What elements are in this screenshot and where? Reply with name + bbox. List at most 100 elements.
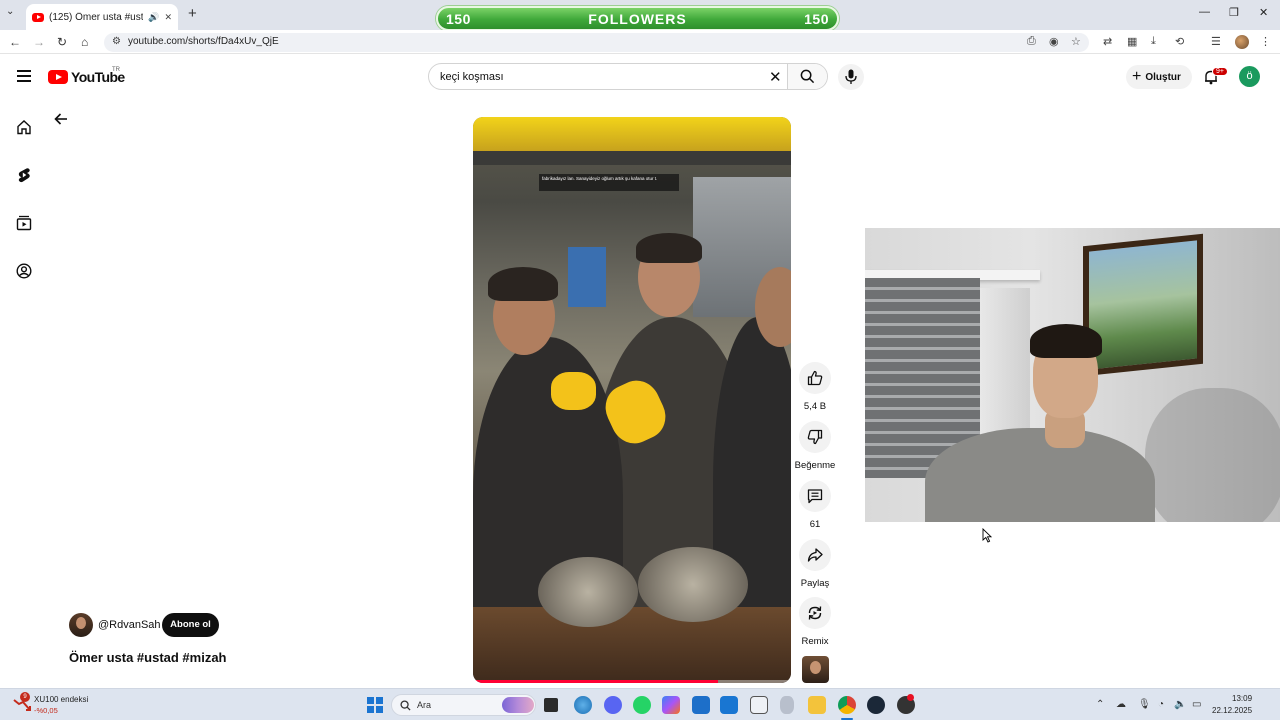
mouse-cursor-icon (982, 528, 992, 543)
remix-button[interactable] (799, 597, 831, 629)
extensions-icon[interactable]: ▦ (1127, 35, 1137, 48)
photos-app-icon[interactable] (720, 696, 738, 714)
comments-action[interactable]: 61 (798, 480, 832, 530)
youtube-logo[interactable]: YouTube TR (48, 67, 125, 85)
voice-search-button[interactable] (838, 64, 864, 90)
search-icon (800, 69, 815, 84)
remix-label: Remix (801, 636, 829, 647)
show-hidden-icons-chevron-icon[interactable]: ⌃ (1096, 699, 1104, 710)
wifi-icon[interactable]: ◔ (1158, 699, 1164, 710)
file-explorer-icon[interactable] (808, 696, 826, 714)
plus-icon: + (1132, 68, 1142, 85)
thumbnail-face (810, 661, 821, 674)
microsoft-store-icon[interactable] (692, 696, 710, 714)
like-action[interactable]: 5,4 B (798, 362, 832, 412)
eye-off-icon[interactable]: ◉ (1049, 35, 1059, 48)
window-close-icon[interactable]: ✕ (1259, 6, 1268, 19)
taskbar-search-box[interactable]: Ara (391, 694, 536, 716)
webcam-overlay (865, 228, 1280, 522)
video-caption: fabrikadayız lan. Sanayideyiz oğlum artı… (539, 174, 679, 191)
webcam-person-hair (1030, 324, 1102, 358)
taskbar-search-icon (400, 700, 411, 711)
channel-name[interactable]: @RdvanSah (98, 619, 161, 631)
reading-list-icon[interactable]: ☰ (1211, 35, 1221, 48)
like-button[interactable] (799, 362, 831, 394)
video-crane-beam (473, 117, 791, 151)
search-input[interactable]: keçi koşması (440, 71, 504, 83)
channel-avatar-face (76, 617, 86, 629)
recording-dot-icon (907, 694, 914, 701)
video-metal-part-right (638, 547, 748, 622)
remix-icon (808, 606, 822, 620)
dislike-action[interactable]: Beğenme (795, 421, 835, 471)
download-icon[interactable]: ⤓ (1151, 35, 1156, 48)
remix-action[interactable]: Remix (798, 597, 832, 647)
speaker-icon[interactable]: 🔊 (148, 12, 159, 23)
window-restore-icon[interactable]: ❐ (1229, 6, 1239, 19)
window-minimize-icon[interactable]: — (1199, 6, 1210, 18)
new-tab-plus-icon[interactable]: + (188, 5, 197, 22)
steam-icon[interactable] (867, 696, 885, 714)
onedrive-cloud-icon[interactable]: ☁ (1116, 699, 1126, 710)
short-title[interactable]: Ömer usta #ustad #mizah (69, 650, 227, 665)
sound-source-thumbnail[interactable] (802, 656, 829, 683)
reload-icon[interactable]: ↻ (57, 35, 67, 49)
back-arrow-icon[interactable] (54, 112, 68, 126)
tab-close-icon[interactable]: ✕ (164, 12, 172, 23)
back-arrow-icon[interactable]: ← (9, 35, 21, 49)
account-avatar[interactable]: ö (1239, 66, 1260, 87)
short-video-player[interactable]: fabrikadayız lan. Sanayideyiz oğlum artı… (473, 117, 791, 683)
chrome-icon[interactable] (838, 696, 856, 714)
video-glove-left (551, 372, 596, 410)
install-app-icon[interactable]: ⎙ (1027, 35, 1036, 48)
you-profile-nav-icon[interactable] (16, 263, 32, 279)
home-nav-icon[interactable] (16, 119, 32, 135)
subscribe-button[interactable]: Abone ol (162, 613, 219, 637)
url-text: youtube.com/shorts/fDa4xUv_QjE (128, 36, 279, 47)
browser-tab-active[interactable]: (125) Ömer usta #ustad #m 🔊 ✕ (26, 4, 178, 30)
bookmark-star-icon[interactable]: ☆ (1071, 35, 1081, 48)
browser-profile-avatar[interactable] (1235, 35, 1249, 49)
url-field[interactable]: ⚙ youtube.com/shorts/fDa4xUv_QjE (104, 33, 1089, 52)
search-box[interactable]: keçi koşması ✕ (428, 63, 828, 90)
share-button[interactable] (799, 539, 831, 571)
volume-icon[interactable]: 🔈 (1174, 699, 1186, 710)
hamburger-menu-icon[interactable] (17, 70, 31, 85)
copilot-icon[interactable] (662, 696, 680, 714)
browser-menu-icon[interactable]: ⋮ (1260, 35, 1271, 48)
video-blue-machine (568, 247, 606, 307)
mouse-app-icon[interactable] (780, 696, 794, 714)
settings-gear-icon[interactable] (574, 696, 592, 714)
shorts-nav-icon[interactable] (16, 167, 32, 183)
dislike-button[interactable] (799, 421, 831, 453)
webcam-wall-painting (1083, 233, 1203, 377)
clock-time[interactable]: 13:09 (1232, 694, 1252, 703)
battery-icon[interactable]: ▭ (1192, 699, 1201, 710)
followers-left-count: 150 (446, 10, 471, 27)
windows-start-icon[interactable] (367, 697, 383, 713)
microphone-icon (845, 69, 857, 84)
microphone-tray-icon[interactable]: 🎙 (1138, 699, 1151, 710)
task-view-icon[interactable] (544, 698, 558, 712)
search-button[interactable] (787, 64, 827, 89)
tab-search-chevron-icon[interactable]: ⌄ (6, 6, 14, 17)
youtube-play-logo-icon (48, 70, 68, 84)
comment-icon (807, 489, 823, 504)
create-button[interactable]: + Oluştur (1126, 65, 1192, 89)
windows-taskbar: 9 XU100 endeksi -%0,05 Ara ⌃ ☁ 🎙 ◔ 🔈 ▭ 1… (0, 688, 1280, 720)
site-info-icon[interactable]: ⚙ (112, 36, 121, 47)
home-icon[interactable]: ⌂ (81, 35, 88, 49)
clear-search-icon[interactable]: ✕ (769, 68, 782, 86)
stock-name[interactable]: XU100 endeksi (34, 695, 88, 704)
share-action[interactable]: Paylaş (798, 539, 832, 589)
history-icon[interactable]: ⟲ (1175, 35, 1184, 48)
clock-date[interactable]: 22.12.2025 (1212, 706, 1252, 715)
channel-avatar[interactable] (69, 613, 93, 637)
calculator-icon[interactable] (750, 696, 768, 714)
comments-button[interactable] (799, 480, 831, 512)
translate-icon[interactable]: ⇄ (1103, 35, 1112, 48)
discord-icon[interactable] (604, 696, 622, 714)
forward-arrow-icon[interactable]: → (33, 35, 45, 49)
whatsapp-icon[interactable] (633, 696, 651, 714)
subscriptions-nav-icon[interactable] (16, 215, 32, 231)
